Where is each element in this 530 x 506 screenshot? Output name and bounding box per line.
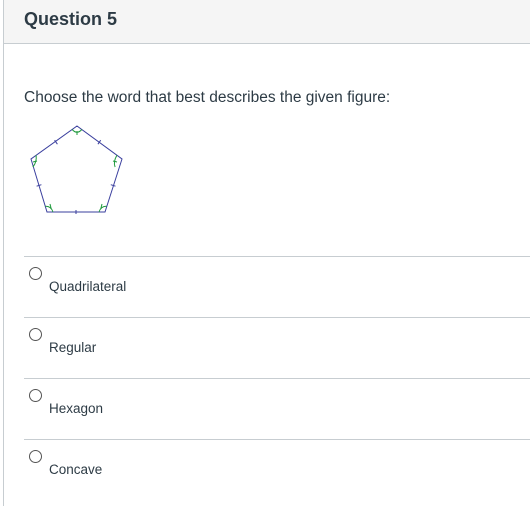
- radio-button-quadrilateral[interactable]: [29, 267, 42, 280]
- answer-option-regular[interactable]: Regular: [24, 317, 530, 378]
- answer-list: Quadrilateral Regular Hexagon Concave: [24, 256, 530, 500]
- answer-label: Concave: [49, 462, 103, 477]
- quiz-question-card: Question 5 Choose the word that best des…: [3, 0, 530, 506]
- answer-label: Quadrilateral: [49, 279, 127, 294]
- radio-button-regular[interactable]: [29, 328, 42, 341]
- answer-label: Regular: [49, 340, 97, 355]
- radio-button-concave[interactable]: [29, 450, 42, 463]
- answer-label: Hexagon: [49, 401, 104, 416]
- question-header: Question 5: [4, 0, 530, 44]
- answer-option-quadrilateral[interactable]: Quadrilateral: [24, 256, 530, 317]
- pentagon-figure: [30, 125, 123, 214]
- answer-option-hexagon[interactable]: Hexagon: [24, 378, 530, 439]
- question-prompt: Choose the word that best describes the …: [24, 89, 391, 106]
- radio-button-hexagon[interactable]: [29, 389, 42, 402]
- question-title: Question 5: [24, 9, 118, 29]
- answer-option-concave[interactable]: Concave: [24, 439, 530, 500]
